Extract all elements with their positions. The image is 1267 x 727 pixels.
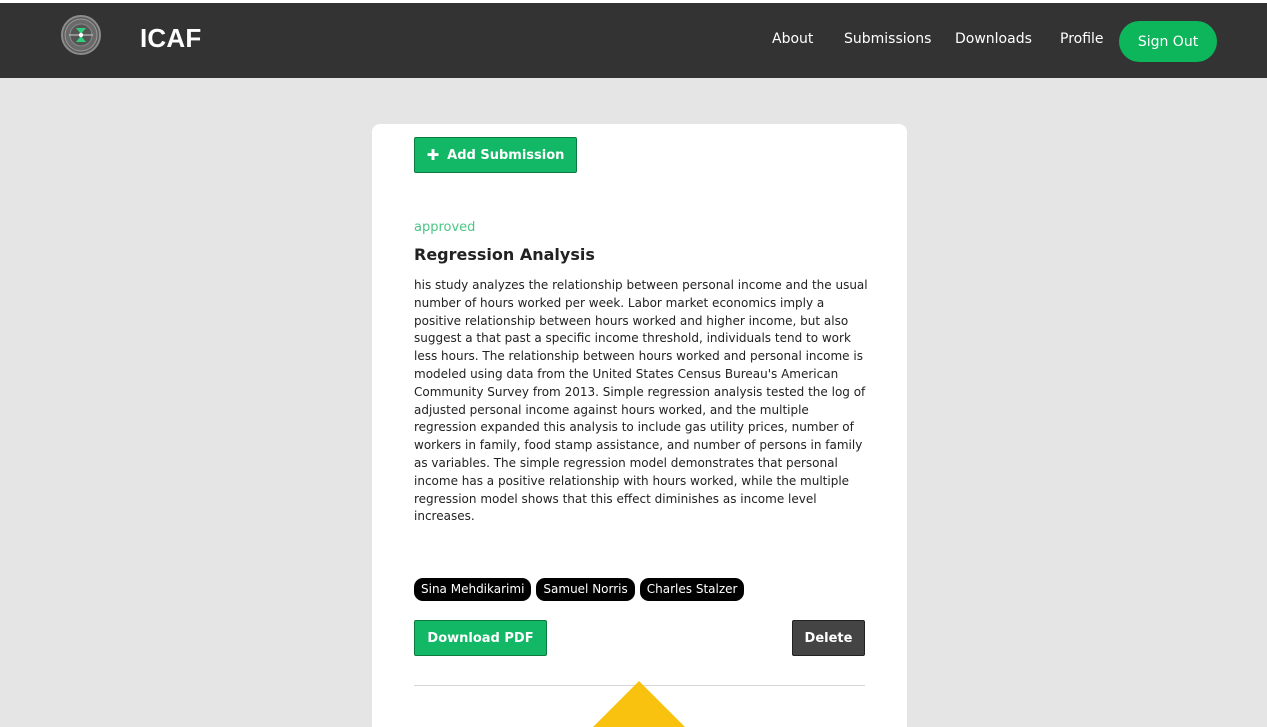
add-submission-label: Add Submission [447,147,565,163]
scroll-to-top-icon[interactable] [593,681,685,727]
nav-profile-link[interactable]: Profile [1060,31,1104,47]
sign-out-button[interactable]: Sign Out [1119,21,1217,62]
plus-icon: ✚ [426,146,440,164]
author-list: Sina Mehdikarimi Samuel Norris Charles S… [414,578,745,601]
author-chip: Charles Stalzer [639,578,745,601]
top-navbar: ICAF About Submissions Downloads Profile… [0,0,1267,78]
nav-about-link[interactable]: About [772,31,813,47]
icaf-logo-icon[interactable] [61,15,101,55]
brand-title[interactable]: ICAF [140,23,201,54]
author-chip: Samuel Norris [536,578,635,601]
submission-abstract: his study analyzes the relationship betw… [414,278,868,524]
download-pdf-button[interactable]: Download PDF [414,620,547,656]
submission-card: ✚ Add Submission approved Regression Ana… [372,124,907,727]
submission-title: Regression Analysis [414,245,595,264]
nav-submissions-link[interactable]: Submissions [844,31,931,47]
author-chip: Sina Mehdikarimi [414,578,532,601]
delete-button[interactable]: Delete [792,620,865,656]
add-submission-button[interactable]: ✚ Add Submission [414,137,577,173]
status-badge: approved [414,220,476,235]
nav-downloads-link[interactable]: Downloads [955,31,1032,47]
